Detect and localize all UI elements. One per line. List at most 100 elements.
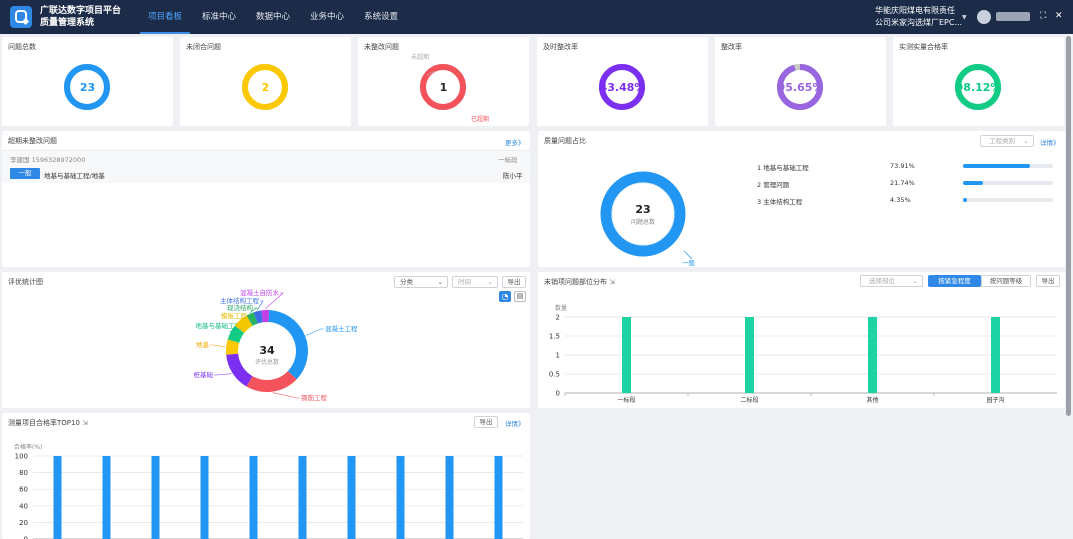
stat-card-4[interactable]: 整改率 95.65%	[715, 37, 886, 126]
bar[interactable]	[347, 456, 356, 539]
y-axis-title: 数量	[555, 304, 567, 312]
overdue-more-link[interactable]: 更多》	[505, 137, 525, 147]
leader-line	[272, 392, 300, 399]
y-tick-label: 100	[15, 453, 28, 461]
bar[interactable]	[396, 456, 405, 539]
export-icon[interactable]: ⇲	[609, 278, 615, 286]
evaluation-total-label: 评优总数	[255, 358, 279, 366]
quality-detail-link[interactable]: 详情》	[1040, 137, 1060, 147]
app-logo[interactable]	[10, 6, 32, 28]
nav-item-0[interactable]: 项目看板	[140, 0, 191, 34]
nav-item-2[interactable]: 数据中心	[248, 0, 298, 34]
chevron-down-icon: ⌄	[912, 277, 918, 285]
donut-segment[interactable]	[246, 370, 297, 392]
location-select[interactable]: 选择部位 ⌄	[860, 275, 923, 287]
app-title-line1: 广联达数字项目平台	[40, 6, 122, 16]
measure-bar-chart: 合格率(%) 0 20 40 60 80 100	[14, 443, 523, 539]
bar[interactable]	[868, 317, 877, 393]
donut-segment[interactable]	[253, 310, 264, 324]
bar[interactable]	[991, 317, 1000, 393]
export-icon[interactable]: ⇲	[82, 419, 88, 427]
legend-rank: 1	[757, 164, 762, 172]
donut-segment[interactable]	[226, 339, 240, 355]
org-selector[interactable]: 华能庆阳煤电有限责任 公司米家沟选煤厂EPC...	[875, 5, 962, 29]
severity-badge: 一般	[10, 168, 40, 179]
stat-card-3[interactable]: 及时整改率 43.48%	[537, 37, 708, 126]
y-tick-label: 80	[19, 469, 28, 477]
measure-title-text: 测量项目合格率TOP10	[8, 419, 80, 427]
donut-segment[interactable]	[227, 325, 245, 344]
unsold-bar-chart: 数量 0 0.5 1 1.5 2 一标段 二标段 其他 园子沟	[549, 304, 1057, 404]
quality-ratio-title: 质量问题占比	[544, 137, 586, 145]
bar[interactable]	[494, 456, 503, 539]
stat-card-2[interactable]: 未整改问题 1 未超期 已超期	[358, 37, 529, 126]
top-bar: 广联达数字项目平台 质量管理系统 项目看板 标准中心 数据中心 业务中心 系统设置 华能…	[0, 0, 1073, 34]
evaluation-total: 34	[259, 344, 275, 357]
category-select[interactable]: 工程类别 ⌄	[980, 135, 1034, 147]
org-dropdown-icon[interactable]: ▼	[962, 14, 967, 21]
stat-value: 2	[261, 81, 270, 94]
stat-title: 实测实量合格率	[899, 43, 948, 51]
unsold-card: 未销项问题部位分布 ⇲ 选择部位 ⌄ 按紧急程度 按问题等级 导出 数量 0 0.5 1…	[538, 272, 1065, 408]
y-tick-label: 0.5	[549, 371, 560, 379]
stat-title: 问题总数	[8, 43, 36, 51]
stat-card-1[interactable]: 未闭合问题 2	[180, 37, 351, 126]
y-axis-title: 合格率(%)	[14, 443, 42, 451]
list-item[interactable]: 李建国 15963289720​00 一标段 一般 地基与基础工程/地基 陈小平	[2, 151, 530, 183]
by-urgency-button[interactable]: 按紧急程度	[928, 275, 981, 287]
quality-progress-bar	[963, 164, 1053, 168]
donut-segment[interactable]	[226, 353, 253, 387]
by-level-button[interactable]: 按问题等级	[981, 275, 1031, 287]
section-label: 一标段	[498, 156, 518, 164]
bar[interactable]	[298, 456, 307, 539]
org-name-line2: 公司米家沟选煤厂EPC...	[875, 18, 963, 27]
stat-value: 43.48%	[599, 81, 646, 94]
unsold-title: 未销项问题部位分布 ⇲	[544, 277, 615, 287]
quality-legend-name: 3 主体结构工程	[757, 196, 802, 206]
category-select-value: 工程类别	[989, 137, 1015, 145]
leader-line	[305, 328, 324, 336]
leader-line	[210, 344, 226, 348]
bar[interactable]	[200, 456, 209, 539]
quality-total-label: 问题总数	[631, 218, 655, 226]
stat-card-5[interactable]: 实测实量合格率 98.12%	[893, 37, 1064, 126]
y-tick-label: 2	[556, 314, 560, 322]
x-tick-label: 一标段	[617, 396, 635, 404]
segment-label: 桩基础	[194, 370, 214, 379]
nav-item-1[interactable]: 标准中心	[194, 0, 244, 34]
bar[interactable]	[445, 456, 454, 539]
bar[interactable]	[151, 456, 160, 539]
bar[interactable]	[622, 317, 631, 393]
user-name-blurred[interactable]	[996, 12, 1030, 21]
x-tick-label: 园子沟	[986, 396, 1004, 404]
overdue-card: 超期未整改问题 更多》 李建国 15963289720​00 一标段 一般 地基…	[2, 131, 530, 267]
nav-item-4[interactable]: 系统设置	[356, 0, 406, 34]
assignee: 陈小平	[503, 172, 523, 180]
overdue-title: 超期未整改问题	[8, 137, 57, 145]
bar[interactable]	[53, 456, 62, 539]
quality-progress-bar	[963, 181, 1053, 185]
donut-segment[interactable]	[246, 312, 258, 326]
legend-rank: 2	[757, 181, 762, 189]
bar[interactable]	[102, 456, 111, 539]
nav-item-3[interactable]: 业务中心	[302, 0, 352, 34]
quality-legend-name: 2 管理问题	[757, 179, 789, 189]
stat-value: 98.12%	[955, 81, 1002, 94]
bar[interactable]	[745, 317, 754, 393]
app-title: 广联达数字项目平台 质量管理系统	[40, 5, 121, 29]
chevron-down-icon: ⌄	[1023, 137, 1029, 145]
unsold-export-button[interactable]: 导出	[1036, 275, 1060, 287]
bar[interactable]	[249, 456, 258, 539]
page-scrollbar[interactable]	[1066, 36, 1071, 416]
stat-title: 及时整改率	[543, 43, 578, 51]
close-icon[interactable]: ✕	[1055, 11, 1063, 21]
segment-label: 地基与基础工程	[196, 321, 242, 330]
donut-segment[interactable]	[234, 315, 253, 334]
stat-card-0[interactable]: 问题总数 23	[2, 37, 173, 126]
stat-label-top: 未超期	[411, 54, 430, 61]
avatar[interactable]	[977, 10, 991, 24]
fullscreen-icon[interactable]: ⛶	[1040, 11, 1046, 21]
quality-progress-fill	[963, 181, 983, 185]
x-tick-label: 其他	[866, 396, 878, 404]
quality-progress-fill	[963, 164, 1030, 168]
